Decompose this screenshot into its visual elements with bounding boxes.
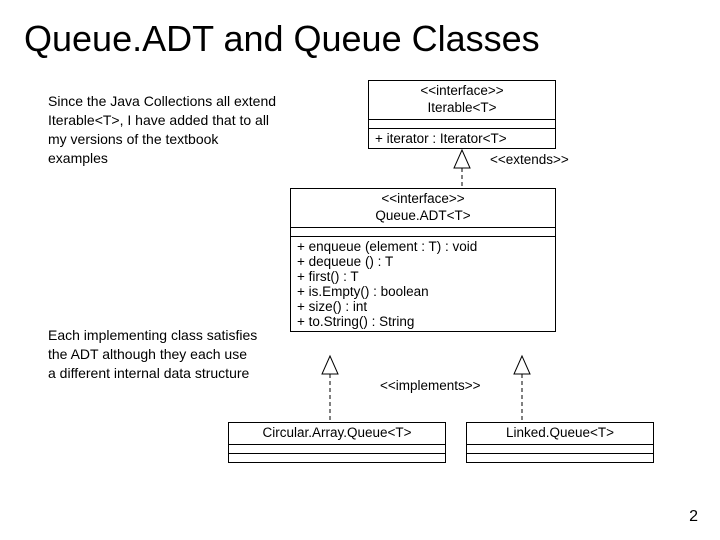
queueadt-op-tostring: + to.String() : String — [297, 314, 549, 329]
iterable-op-iterator: + iterator : Iterator<T> — [369, 129, 555, 148]
queueadt-name: Queue.ADT<T> — [375, 208, 470, 223]
page-number: 2 — [689, 508, 698, 526]
uml-class-queueadt: <<interface>> Queue.ADT<T> + enqueue (el… — [290, 188, 556, 332]
uml-class-iterable: <<interface>> Iterable<T> + iterator : I… — [368, 80, 556, 149]
linked-name: Linked.Queue<T> — [506, 425, 614, 440]
queueadt-op-size: + size() : int — [297, 299, 549, 314]
uml-class-circular: Circular.Array.Queue<T> — [228, 422, 446, 463]
note-top: Since the Java Collections all extend It… — [48, 92, 278, 168]
queueadt-stereotype: <<interface>> — [381, 191, 464, 206]
connector-implements-circular — [322, 356, 338, 422]
queueadt-op-isempty: + is.Empty() : boolean — [297, 284, 549, 299]
connector-implements-linked — [514, 356, 530, 422]
slide-title: Queue.ADT and Queue Classes — [24, 18, 540, 60]
iterable-name: Iterable<T> — [427, 100, 496, 115]
relation-label-extends: <<extends>> — [490, 152, 569, 167]
queueadt-op-dequeue: + dequeue () : T — [297, 254, 549, 269]
uml-class-linked: Linked.Queue<T> — [466, 422, 654, 463]
circular-name: Circular.Array.Queue<T> — [262, 425, 411, 440]
note-bottom: Each implementing class satisfies the AD… — [48, 326, 258, 383]
relation-label-implements: <<implements>> — [380, 378, 481, 393]
iterable-stereotype: <<interface>> — [420, 83, 503, 98]
queueadt-op-first: + first() : T — [297, 269, 549, 284]
connector-extends — [454, 150, 470, 188]
queueadt-op-enqueue: + enqueue (element : T) : void — [297, 239, 549, 254]
